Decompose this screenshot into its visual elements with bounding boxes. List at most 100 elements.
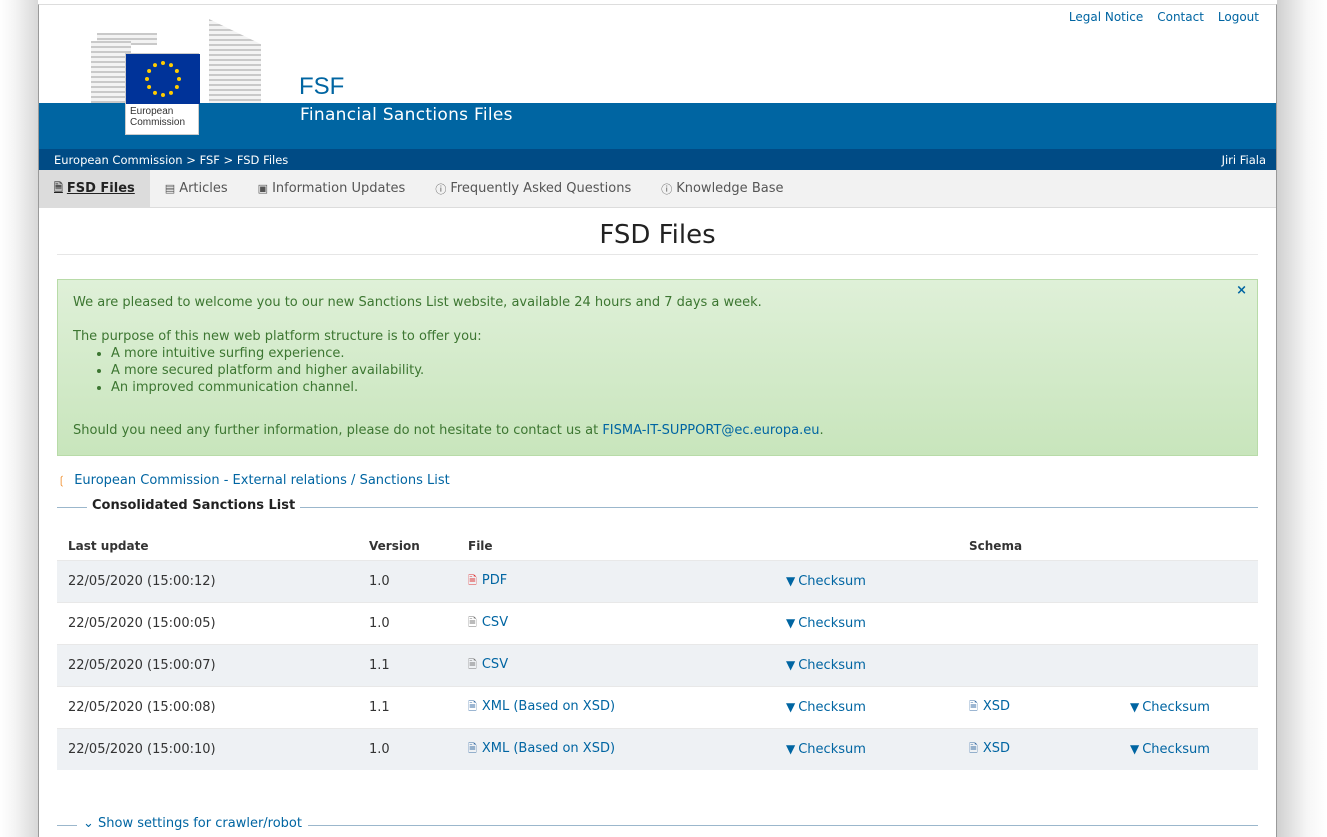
cell-file: 🗎 XML (Based on XSD) [457, 727, 775, 770]
list-item: An improved communication channel. [111, 379, 1242, 396]
logo-text-line1: European [130, 106, 174, 117]
shield-icon: ▼ [786, 699, 796, 714]
list-item: A more intuitive surfing experience. [111, 345, 1242, 362]
shield-icon: ▼ [1130, 741, 1140, 756]
rss-icon[interactable]: ❲ [57, 474, 66, 487]
european-commission-logo[interactable]: European Commission [89, 17, 265, 135]
tab-faq[interactable]: ⓘ Frequently Asked Questions [420, 170, 646, 208]
breadcrumb-separator: > [223, 152, 237, 167]
alert-contact-text: Should you need any further information,… [73, 422, 1242, 439]
page-container: European Commission FSF Financial Sancti… [38, 4, 1277, 837]
xml-file-icon: 🗎 [969, 699, 978, 713]
schema-checksum-link[interactable]: Checksum [1142, 700, 1210, 715]
site-header: European Commission FSF Financial Sancti… [39, 5, 1276, 149]
schema-download-link[interactable]: XSD [983, 741, 1010, 756]
section-header: Consolidated Sanctions List [57, 498, 1258, 514]
cell-schema [958, 643, 1119, 686]
site-code: FSF [299, 73, 345, 100]
support-email-link[interactable]: FISMA-IT-SUPPORT@ec.europa.eu [602, 423, 819, 438]
table-row: 22/05/2020 (15:00:10) 1.0 🗎 XML (Based on… [57, 727, 1258, 770]
site-name: Financial Sanctions Files [300, 105, 513, 125]
column-header-file: File [468, 538, 493, 553]
crawler-toggle-text: Show settings for crawler/robot [98, 816, 302, 831]
shield-icon: ▼ [786, 573, 796, 588]
shield-icon: ▼ [786, 615, 796, 630]
contact-link[interactable]: Contact [1157, 10, 1204, 24]
checksum-link[interactable]: Checksum [798, 700, 866, 715]
cell-file: 🗎 CSV [457, 643, 775, 686]
cell-date: 22/05/2020 (15:00:12) [57, 559, 358, 602]
file-download-link[interactable]: CSV [482, 657, 508, 672]
main-content: FSD Files × We are pleased to welcome yo… [39, 208, 1276, 834]
table-header-row: Last update Version File Schema [57, 532, 1258, 560]
cell-version: 1.1 [358, 643, 457, 686]
table-row: 22/05/2020 (15:00:12) 1.0 🗎 PDF ▼ Checksum [57, 559, 1258, 602]
cell-version: 1.0 [358, 601, 457, 644]
checksum-link[interactable]: Checksum [798, 658, 866, 673]
page-shadow-right [1277, 0, 1327, 837]
file-download-link[interactable]: CSV [482, 615, 508, 630]
alert-contact-prefix: Should you need any further information,… [73, 423, 603, 438]
page-shadow-left [0, 0, 38, 837]
cell-schema [958, 559, 1119, 602]
cell-date: 22/05/2020 (15:00:08) [57, 685, 358, 728]
breadcrumb-item-fsf[interactable]: FSF [200, 153, 220, 167]
column-header-last-update: Last update [68, 538, 149, 553]
cell-version: 1.0 [358, 559, 457, 602]
text-file-icon: 🗎 [468, 615, 477, 629]
logo-text-line2: Commission [130, 117, 186, 128]
document-icon: 🗎 [54, 181, 63, 194]
xml-file-icon: 🗎 [468, 741, 477, 755]
file-download-link[interactable]: XML (Based on XSD) [482, 741, 615, 756]
rss-feed-line: ❲ European Commission - External relatio… [57, 473, 1258, 488]
schema-checksum-link[interactable]: Checksum [1142, 742, 1210, 757]
cell-checksum: ▼ Checksum [775, 727, 958, 770]
cell-file: 🗎 PDF [457, 559, 775, 602]
checksum-link[interactable]: Checksum [798, 616, 866, 631]
close-icon[interactable]: × [1236, 282, 1247, 299]
cell-checksum: ▼ Checksum [775, 601, 958, 644]
breadcrumb-items: European Commission > FSF > FSD Files [54, 153, 288, 167]
cell-schema [958, 601, 1119, 644]
file-download-link[interactable]: PDF [482, 573, 507, 588]
logout-link[interactable]: Logout [1218, 10, 1259, 24]
checksum-link[interactable]: Checksum [798, 742, 866, 757]
cell-schema-checksum [1119, 559, 1258, 602]
file-download-link[interactable]: XML (Based on XSD) [482, 699, 615, 714]
logo-text: European Commission [130, 106, 185, 128]
tab-information-updates[interactable]: ▣ Information Updates [243, 170, 421, 208]
legal-notice-link[interactable]: Legal Notice [1069, 10, 1143, 24]
chevron-down-icon: ⌄ [83, 816, 94, 831]
column-header-schema-checksum [1119, 532, 1258, 560]
alert-purpose-text: The purpose of this new web platform str… [73, 329, 482, 344]
breadcrumb-item-european-commission[interactable]: European Commission [54, 153, 183, 167]
schema-download-link[interactable]: XSD [983, 699, 1010, 714]
tab-articles[interactable]: ▤ Articles [150, 170, 243, 208]
crawler-settings-toggle[interactable]: ⌄ Show settings for crawler/robot [57, 814, 1258, 834]
logo-flag-box: European Commission [125, 53, 200, 135]
table-row: 22/05/2020 (15:00:07) 1.1 🗎 CSV ▼ Checksum [57, 643, 1258, 686]
breadcrumb-separator: > [186, 152, 200, 167]
rss-feed-link[interactable]: European Commission - External relations… [74, 473, 450, 488]
cell-version: 1.1 [358, 685, 457, 728]
column-header-schema: Schema [969, 538, 1023, 553]
info-circle-icon: ⓘ [661, 182, 673, 196]
cell-schema: 🗎 XSD [958, 727, 1119, 770]
cell-schema-checksum: ▼ Checksum [1119, 685, 1258, 728]
tab-label: Frequently Asked Questions [450, 181, 632, 196]
table-row: 22/05/2020 (15:00:05) 1.0 🗎 CSV ▼ Checksum [57, 601, 1258, 644]
breadcrumb: European Commission > FSF > FSD Files Ji… [39, 149, 1276, 170]
cell-schema: 🗎 XSD [958, 685, 1119, 728]
current-user: Jiri Fiala [1221, 152, 1266, 167]
xml-file-icon: 🗎 [969, 741, 978, 755]
text-file-icon: 🗎 [468, 657, 477, 671]
tab-fsd-files[interactable]: 🗎 FSD Files [39, 169, 150, 208]
tab-knowledge-base[interactable]: ⓘ Knowledge Base [646, 170, 798, 208]
crawler-toggle-label[interactable]: ⌄ Show settings for crawler/robot [77, 816, 308, 831]
checksum-link[interactable]: Checksum [798, 574, 866, 589]
files-table: Last update Version File Schema 22/05/20… [57, 532, 1258, 770]
cell-version: 1.0 [358, 727, 457, 770]
cell-schema-checksum: ▼ Checksum [1119, 727, 1258, 770]
xml-file-icon: 🗎 [468, 699, 477, 713]
shield-icon: ▼ [786, 741, 796, 756]
